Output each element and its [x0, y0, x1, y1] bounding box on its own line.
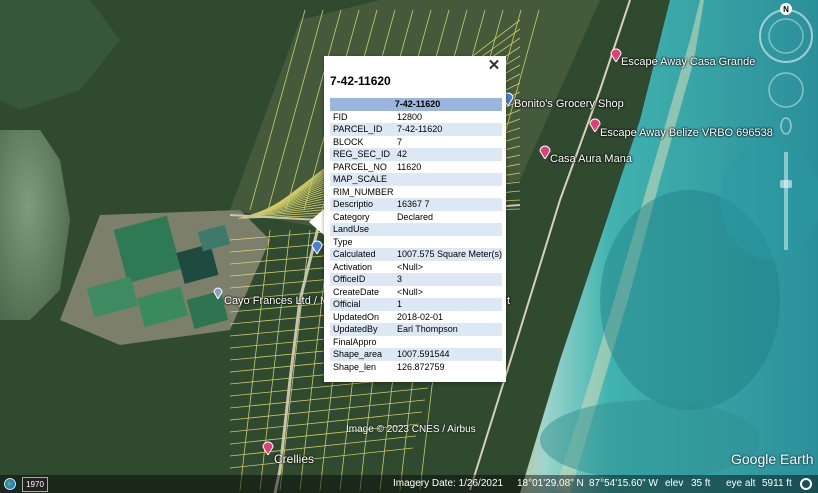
attribute-value: 7-42-11620 — [393, 123, 502, 136]
attribute-row: UpdatedBy Earl Thompson — [330, 323, 502, 336]
attribute-key: Category — [333, 211, 370, 222]
attribute-key: UpdatedOn — [333, 311, 380, 322]
attribute-row: LandUse — [330, 223, 502, 236]
attribute-value: 1 — [393, 298, 502, 311]
attribute-row: PARCEL_ID 7-42-11620 — [330, 123, 502, 136]
attribute-key: RIM_NUMBER — [333, 186, 394, 197]
compass-north-label: N — [783, 5, 789, 14]
place-bonitos-grocery[interactable]: Bonito's Grocery Shop — [514, 98, 624, 110]
attribute-value — [394, 336, 502, 349]
map-pin-icon[interactable] — [262, 441, 274, 455]
attribute-key: BLOCK — [333, 136, 364, 147]
place-partial-label: t — [507, 295, 511, 307]
attribute-value — [394, 186, 502, 199]
attribute-row: UpdatedOn 2018-02-01 — [330, 311, 502, 324]
attribute-value: <Null> — [396, 286, 423, 297]
google-earth-logo: Google Earth — [731, 451, 814, 467]
attribute-key: Calculated — [330, 248, 394, 261]
attribute-row: PARCEL_NO 11620 — [330, 161, 502, 174]
attribute-row: Official 1 — [330, 298, 502, 311]
attribute-key: REG_SEC_ID — [330, 148, 394, 161]
attribute-value — [394, 236, 502, 249]
attribute-key: Activation — [333, 261, 373, 272]
historical-imagery-year[interactable]: 1970 — [22, 477, 48, 492]
attribute-key: MAP_SCALE — [330, 173, 394, 186]
attribute-key: Official — [330, 298, 394, 311]
attribute-value: 126.872759 — [396, 361, 445, 372]
attribute-key: PARCEL_NO — [333, 161, 387, 172]
attribute-row: MAP_SCALE — [330, 173, 502, 186]
attribute-key: CreateDate — [333, 286, 380, 297]
attribute-value: 2018-02-01 — [396, 311, 443, 322]
attribute-value: 1007.575 Square Meter(s) — [393, 248, 502, 261]
attribute-key: Shape_area — [330, 348, 394, 361]
popup-pointer — [309, 209, 324, 235]
attribute-key: FinalAppro — [333, 336, 377, 347]
place-casa-aura-mana[interactable]: Casa Aura Mana — [550, 153, 632, 165]
map-pin-icon[interactable] — [311, 240, 323, 254]
popup-title: 7-42-11620 — [330, 74, 391, 88]
place-escape-away-casa-grande[interactable]: Escape Away Casa Grande — [621, 56, 755, 68]
attribute-value: 12800 — [396, 111, 422, 122]
eye-altitude-value: 5911 ft — [762, 478, 792, 489]
elevation-label: elev — [665, 478, 684, 489]
attribute-row: Activation <Null> — [330, 261, 502, 274]
attribute-key: UpdatedBy — [330, 323, 394, 336]
imagery-date: Imagery Date: 1/26/2021 — [393, 478, 504, 489]
imagery-copyright: Image © 2023 CNES / Airbus — [346, 424, 476, 435]
attribute-value — [393, 223, 502, 236]
attribute-row: Descriptio 16367 7 — [330, 198, 502, 211]
attribute-value: 1007.591544 — [393, 348, 502, 361]
close-icon[interactable]: ✕ — [486, 58, 502, 74]
attribute-row: Calculated 1007.575 Square Meter(s) — [330, 248, 502, 261]
attribute-key: Type — [333, 236, 353, 247]
status-bar: 1970 Imagery Date: 1/26/2021 18°01'29.08… — [0, 475, 818, 493]
attribute-table: 7-42-11620 FID 12800 PARCEL_ID 7-42-11620 BL… — [330, 98, 502, 373]
attribute-row: FinalAppro — [330, 336, 502, 349]
attribute-value: 7 — [396, 136, 402, 147]
parcel-info-popup: ✕ 7-42-11620 7-42-11620 FID 12800 PARCEL_I… — [324, 56, 506, 382]
attribute-key: FID — [333, 111, 348, 122]
attribute-value: 3 — [393, 273, 502, 286]
attribute-key: PARCEL_ID — [330, 123, 394, 136]
attribute-row: CreateDate <Null> — [330, 286, 502, 299]
attribute-value: 16367 7 — [393, 198, 502, 211]
map-pin-icon[interactable] — [213, 287, 223, 299]
attribute-key: OfficeID — [330, 273, 394, 286]
globe-icon[interactable] — [4, 478, 16, 490]
attribute-row: FID 12800 — [330, 111, 502, 124]
attribute-value: <Null> — [396, 261, 423, 272]
attribute-key: Shape_len — [333, 361, 377, 372]
place-escape-away-vrbo[interactable]: Escape Away Belize VRBO 696538 — [600, 127, 773, 139]
attribute-row: Shape_len 126.872759 — [330, 361, 502, 374]
attribute-key: Descriptio — [330, 198, 394, 211]
attribute-table-header: 7-42-11620 — [330, 98, 502, 111]
attribute-row: Shape_area 1007.591544 — [330, 348, 502, 361]
attribute-row: REG_SEC_ID 42 — [330, 148, 502, 161]
eye-altitude-label: eye alt — [726, 478, 756, 489]
attribute-value: Declared — [396, 211, 433, 222]
longitude: 87°54'15.60" W — [589, 478, 658, 489]
elevation-value: 35 ft — [691, 478, 711, 489]
attribute-key: LandUse — [330, 223, 394, 236]
place-cayo-frances[interactable]: Cayo Frances Ltd / M — [224, 295, 329, 307]
latitude: 18°01'29.08" N — [517, 478, 584, 489]
place-crellies[interactable]: Crellies — [274, 452, 314, 466]
attribute-value — [393, 173, 502, 186]
attribute-row: Category Declared — [330, 211, 502, 224]
attribute-value: Earl Thompson — [393, 323, 502, 336]
loading-indicator-icon — [800, 478, 812, 490]
attribute-value: 11620 — [396, 161, 422, 172]
attribute-row: BLOCK 7 — [330, 136, 502, 149]
attribute-row: RIM_NUMBER — [330, 186, 502, 199]
attribute-row: OfficeID 3 — [330, 273, 502, 286]
attribute-value: 42 — [393, 148, 502, 161]
attribute-row: Type — [330, 236, 502, 249]
